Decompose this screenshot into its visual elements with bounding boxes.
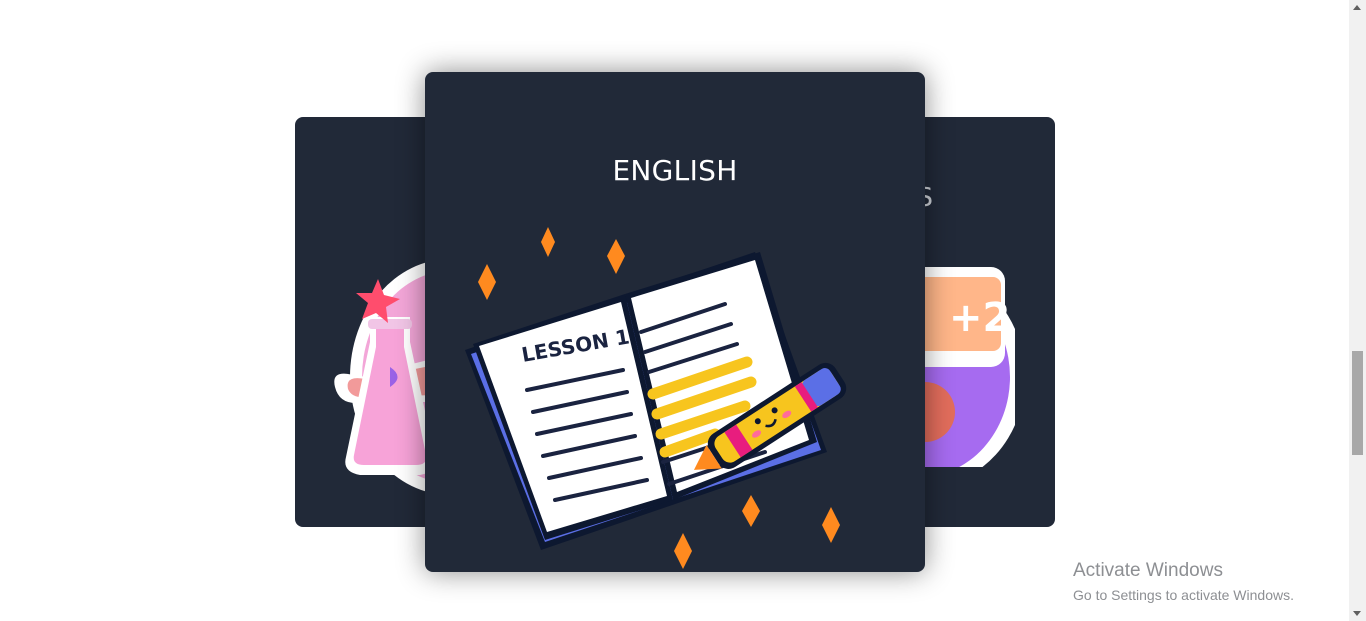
board-text: +2 — [949, 295, 1010, 341]
card-title-english: ENGLISH — [612, 154, 738, 187]
sparkle-icon — [478, 264, 496, 300]
vertical-scrollbar[interactable] — [1349, 0, 1366, 621]
scrollbar-thumb[interactable] — [1352, 351, 1363, 455]
sparkle-icon — [541, 227, 555, 257]
watermark-title: Activate Windows — [1073, 560, 1223, 581]
sparkle-icon — [742, 495, 760, 527]
sparkle-icon — [822, 507, 840, 543]
watermark-subtitle: Go to Settings to activate Windows. — [1073, 587, 1294, 603]
lesson-book-icon: LESSON 1 — [465, 227, 847, 569]
arrow-down-icon — [1353, 611, 1361, 616]
arrow-up-icon — [1353, 5, 1361, 10]
scroll-down-button[interactable] — [1349, 604, 1366, 621]
sparkle-icon — [607, 239, 625, 274]
subject-card-english[interactable]: ENGLISH LESSON 1 — [425, 72, 925, 572]
sparkle-icon — [674, 533, 692, 569]
scroll-up-button[interactable] — [1349, 0, 1366, 17]
windows-activation-watermark: Activate Windows Go to Settings to activ… — [1073, 560, 1294, 603]
